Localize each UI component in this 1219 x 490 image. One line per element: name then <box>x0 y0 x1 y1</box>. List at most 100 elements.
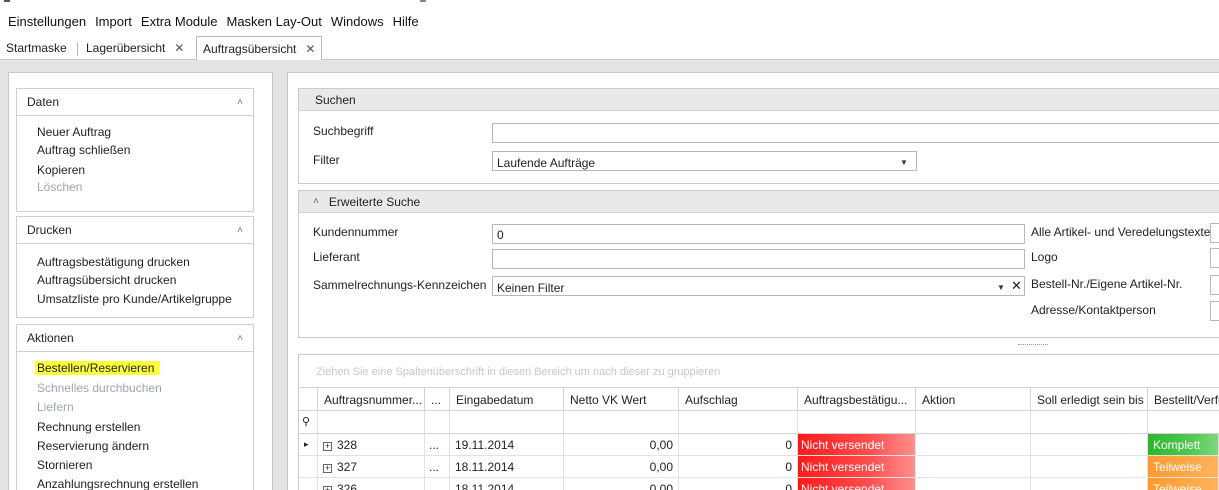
tab-lageruebersicht[interactable]: Lagerübersicht ✕ <box>80 36 190 60</box>
sidebar-item-rechnung-erstellen[interactable]: Rechnung erstellen <box>37 420 140 434</box>
table-row[interactable]: +328 <box>318 434 425 456</box>
menu-extra-module[interactable]: Extra Module <box>141 12 218 31</box>
tab-startmaske[interactable]: Startmaske <box>0 36 73 60</box>
window-top-strip <box>0 0 1219 8</box>
status-badge: Komplett <box>1148 434 1219 456</box>
sidebar-group-drucken[interactable]: Drucken ˄ <box>16 216 254 244</box>
cell-eingabedatum: 18.11.2014 <box>450 478 564 490</box>
filter-cell[interactable] <box>564 411 679 434</box>
option-label-bestellnr: Bestell-Nr./Eigene Artikel-Nr. <box>1031 277 1183 291</box>
dropdown-arrow-icon[interactable]: ▼ <box>900 158 908 167</box>
option-checkbox[interactable] <box>1210 275 1219 295</box>
filter-row-icon[interactable]: ⚲ <box>299 411 318 434</box>
chevron-up-icon[interactable]: ˄ <box>237 333 243 344</box>
window-edge-mark <box>4 0 10 2</box>
close-icon[interactable]: ✕ <box>305 42 315 56</box>
filter-cell[interactable] <box>318 411 425 434</box>
chevron-up-icon[interactable]: ˄ <box>237 97 243 108</box>
menu-windows[interactable]: Windows <box>331 12 384 31</box>
filter-cell[interactable] <box>450 411 564 434</box>
option-checkbox[interactable] <box>1210 301 1219 321</box>
sidebar-item-schnelles-durchbuchen[interactable]: Schnelles durchbuchen <box>37 381 162 395</box>
filter-cell[interactable] <box>798 411 916 434</box>
cell-netto-vk: 0,00 <box>564 478 679 490</box>
sidebar-item-stornieren[interactable]: Stornieren <box>37 458 92 472</box>
sidebar-item-liefern[interactable]: Liefern <box>37 400 74 414</box>
column-header-auftragsbestaetigung[interactable]: Auftragsbestätigu... <box>798 387 916 411</box>
option-checkbox[interactable] <box>1210 223 1219 243</box>
table-row[interactable]: +327 <box>318 456 425 478</box>
tab-label: Lagerübersicht <box>86 41 166 55</box>
sammelrechnung-label: Sammelrechnungs-Kennzeichen <box>313 278 487 292</box>
dropdown-arrow-icon[interactable]: ▼ <box>997 283 1005 292</box>
sidebar-item-reservierung-aendern[interactable]: Reservierung ändern <box>37 439 149 453</box>
group-title: Aktionen <box>27 331 74 345</box>
sidebar-item-kopieren[interactable]: Kopieren <box>37 163 85 177</box>
filter-cell[interactable] <box>425 411 450 434</box>
option-label-artikeltexte: Alle Artikel- und Veredelungstexte <box>1031 225 1211 239</box>
cell-netto-vk: 0,00 <box>564 434 679 456</box>
sidebar-item-bestellen-reservieren[interactable]: Bestellen/Reservieren <box>35 361 161 375</box>
column-header-bestellt[interactable]: Bestellt/Verfü <box>1148 387 1219 411</box>
column-header-aufschlag[interactable]: Aufschlag <box>679 387 798 411</box>
tab-auftragsuebersicht[interactable]: Auftragsübersicht ✕ <box>196 36 323 61</box>
sidebar-item-umsatzliste[interactable]: Umsatzliste pro Kunde/Artikelgruppe <box>37 292 232 306</box>
row-indicator[interactable]: ▸ <box>299 434 318 456</box>
sidebar-item-auftragsuebersicht-drucken[interactable]: Auftragsübersicht drucken <box>37 273 176 287</box>
column-header-netto-vk[interactable]: Netto VK Wert <box>564 387 679 411</box>
menu-hilfe[interactable]: Hilfe <box>393 12 419 31</box>
menu-einstellungen[interactable]: Einstellungen <box>8 12 86 31</box>
table-row[interactable]: +326 <box>318 478 425 490</box>
status-badge: Teilweise <box>1148 456 1219 478</box>
sidebar-item-auftragsbestaetigung-drucken[interactable]: Auftragsbestätigung drucken <box>37 255 190 269</box>
menu-bar: Einstellungen Import Extra Module Masken… <box>0 8 1219 34</box>
clear-icon[interactable]: ✕ <box>1011 278 1022 294</box>
menu-import[interactable]: Import <box>95 12 132 31</box>
cell-aufschlag: 0 <box>679 456 798 478</box>
filter-cell[interactable] <box>916 411 1031 434</box>
sidebar-item-auftrag-schliessen[interactable]: Auftrag schließen <box>37 143 130 157</box>
cell-eingabedatum: 18.11.2014 <box>450 456 564 478</box>
filter-cell[interactable] <box>679 411 798 434</box>
sidebar-item-anzahlungsrechnung[interactable]: Anzahlungsrechnung erstellen <box>37 477 198 490</box>
sidebar-item-loeschen[interactable]: Löschen <box>37 180 82 194</box>
column-header-more[interactable]: ... <box>425 387 450 411</box>
sidebar-group-daten[interactable]: Daten ˄ <box>16 88 254 116</box>
kundennummer-input[interactable]: 0 <box>492 224 1025 244</box>
tab-separator <box>77 42 78 56</box>
cell-soll-erledigt <box>1031 456 1148 478</box>
sidebar-item-neuer-auftrag[interactable]: Neuer Auftrag <box>37 125 111 139</box>
column-header-eingabedatum[interactable]: Eingabedatum <box>450 387 564 411</box>
column-header-auftragsnummer[interactable]: Auftragsnummer... <box>318 387 425 411</box>
sidebar-group-aktionen[interactable]: Aktionen ˄ <box>16 324 254 352</box>
cell-more[interactable]: ... <box>425 456 450 478</box>
lieferant-label: Lieferant <box>313 250 360 264</box>
option-checkbox[interactable] <box>1210 248 1219 268</box>
group-title: Daten <box>27 95 60 109</box>
expand-icon[interactable]: + <box>323 442 332 451</box>
advanced-search-header[interactable]: ˄ Erweiterte Suche <box>299 191 1219 213</box>
cell-netto-vk: 0,00 <box>564 456 679 478</box>
menu-masken-layout[interactable]: Masken Lay-Out <box>227 12 322 31</box>
cell-more[interactable]: ... <box>425 478 450 490</box>
cell-eingabedatum: 19.11.2014 <box>450 434 564 456</box>
splitter-handle[interactable] <box>1018 344 1048 345</box>
filter-select[interactable]: Laufende Aufträge <box>492 151 917 171</box>
filter-cell[interactable] <box>1148 411 1219 434</box>
column-header-soll-erledigt[interactable]: Soll erledigt sein bis <box>1031 387 1148 411</box>
column-header-aktion[interactable]: Aktion <box>916 387 1031 411</box>
collapse-icon[interactable]: ˄ <box>313 196 319 207</box>
chevron-up-icon[interactable]: ˄ <box>237 225 243 236</box>
expand-icon[interactable]: + <box>323 464 332 473</box>
sammelrechnung-select[interactable]: Keinen Filter <box>492 276 1025 296</box>
expand-icon[interactable]: + <box>323 486 332 490</box>
close-icon[interactable]: ✕ <box>174 41 184 55</box>
row-indicator[interactable] <box>299 456 318 478</box>
row-indicator[interactable] <box>299 478 318 490</box>
filter-cell[interactable] <box>1031 411 1148 434</box>
search-input[interactable] <box>492 123 1219 143</box>
cell-more[interactable]: ... <box>425 434 450 456</box>
group-title: Drucken <box>27 223 72 237</box>
lieferant-input[interactable] <box>492 249 1025 269</box>
cell-auftragsnummer: 328 <box>337 438 358 452</box>
